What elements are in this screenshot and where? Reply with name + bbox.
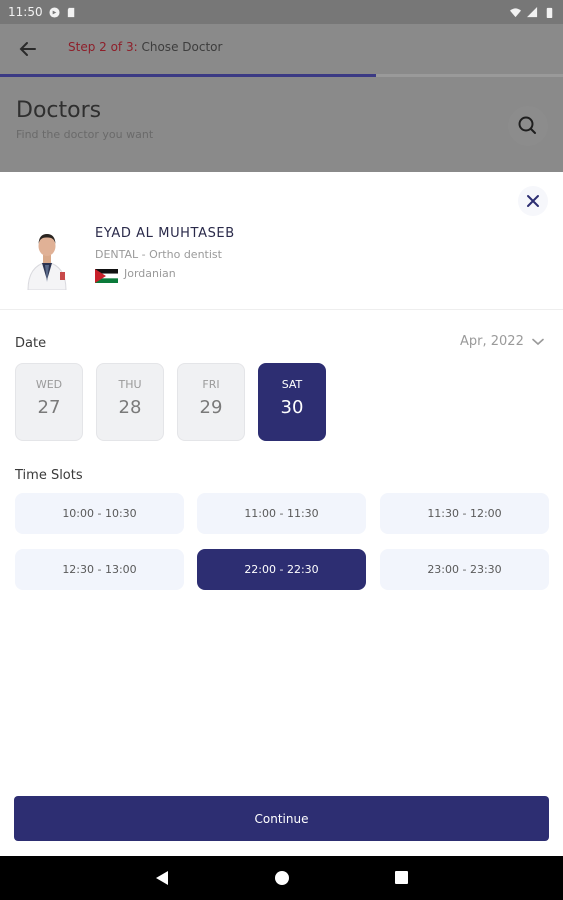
jordan-flag-icon xyxy=(95,269,118,283)
top-app-bar: Step 2 of 3: Chose Doctor xyxy=(0,24,563,74)
time-slots-label: Time Slots xyxy=(15,468,83,483)
continue-button[interactable]: Continue xyxy=(14,796,549,841)
day-name: FRI xyxy=(202,378,220,391)
step-title: Chose Doctor xyxy=(141,40,223,54)
doctor-booking-sheet: EYAD AL MUHTASEB DENTAL - Ortho dentist … xyxy=(0,172,563,856)
time-slot[interactable]: 23:00 - 23:30 xyxy=(380,549,549,590)
day-number: 29 xyxy=(199,397,223,418)
chevron-down-icon xyxy=(532,338,544,345)
nav-home-icon[interactable] xyxy=(275,871,289,885)
time-slot[interactable]: 10:00 - 10:30 xyxy=(15,493,184,534)
time-slot[interactable]: 11:00 - 11:30 xyxy=(197,493,366,534)
nav-back-icon[interactable] xyxy=(155,870,169,886)
nav-recents-icon[interactable] xyxy=(395,871,408,884)
back-arrow-icon[interactable] xyxy=(16,37,40,61)
day-card-wed[interactable]: WED 27 xyxy=(15,363,83,441)
month-dropdown[interactable]: Apr, 2022 xyxy=(460,334,544,349)
date-label: Date xyxy=(15,336,47,351)
doctor-avatar xyxy=(22,222,72,290)
doctor-nationality: Jordanian xyxy=(124,267,176,280)
page-subtitle: Find the doctor you want xyxy=(16,128,154,141)
status-time: 11:50 xyxy=(8,5,43,19)
step-prefix: Step 2 of 3: xyxy=(68,40,138,54)
background-screen: Step 2 of 3: Chose Doctor Doctors Find t… xyxy=(0,24,563,172)
doctor-name: EYAD AL MUHTASEB xyxy=(95,226,235,241)
wifi-icon xyxy=(510,7,521,17)
step-indicator: Step 2 of 3: Chose Doctor xyxy=(68,40,222,54)
status-bar: 11:50 xyxy=(0,0,563,24)
time-slot[interactable]: 12:30 - 13:00 xyxy=(15,549,184,590)
system-nav-bar xyxy=(0,856,563,900)
day-number: 27 xyxy=(37,397,61,418)
search-icon xyxy=(518,116,536,134)
signal-icon xyxy=(527,6,538,17)
day-number: 30 xyxy=(280,397,304,418)
day-card-sat[interactable]: SAT 30 xyxy=(258,363,326,441)
search-button[interactable] xyxy=(508,106,548,146)
app-notification-icon xyxy=(49,6,60,18)
day-name: THU xyxy=(118,378,142,391)
battery-icon xyxy=(546,7,553,18)
day-card-thu[interactable]: THU 28 xyxy=(96,363,164,441)
page-title: Doctors xyxy=(16,98,102,123)
step-progress-bar xyxy=(0,74,563,77)
day-card-fri[interactable]: FRI 29 xyxy=(177,363,245,441)
close-icon xyxy=(527,195,539,207)
time-slot[interactable]: 11:30 - 12:00 xyxy=(380,493,549,534)
month-value: Apr, 2022 xyxy=(460,334,524,349)
doctor-specialty: DENTAL - Ortho dentist xyxy=(95,248,222,261)
day-number: 28 xyxy=(118,397,142,418)
doctor-info: EYAD AL MUHTASEB DENTAL - Ortho dentist … xyxy=(0,212,563,310)
day-name: WED xyxy=(35,378,63,391)
day-name: SAT xyxy=(281,378,303,391)
time-slot-selected[interactable]: 22:00 - 22:30 xyxy=(197,549,366,590)
step-progress-fill xyxy=(0,74,376,77)
sd-card-icon xyxy=(67,7,74,17)
